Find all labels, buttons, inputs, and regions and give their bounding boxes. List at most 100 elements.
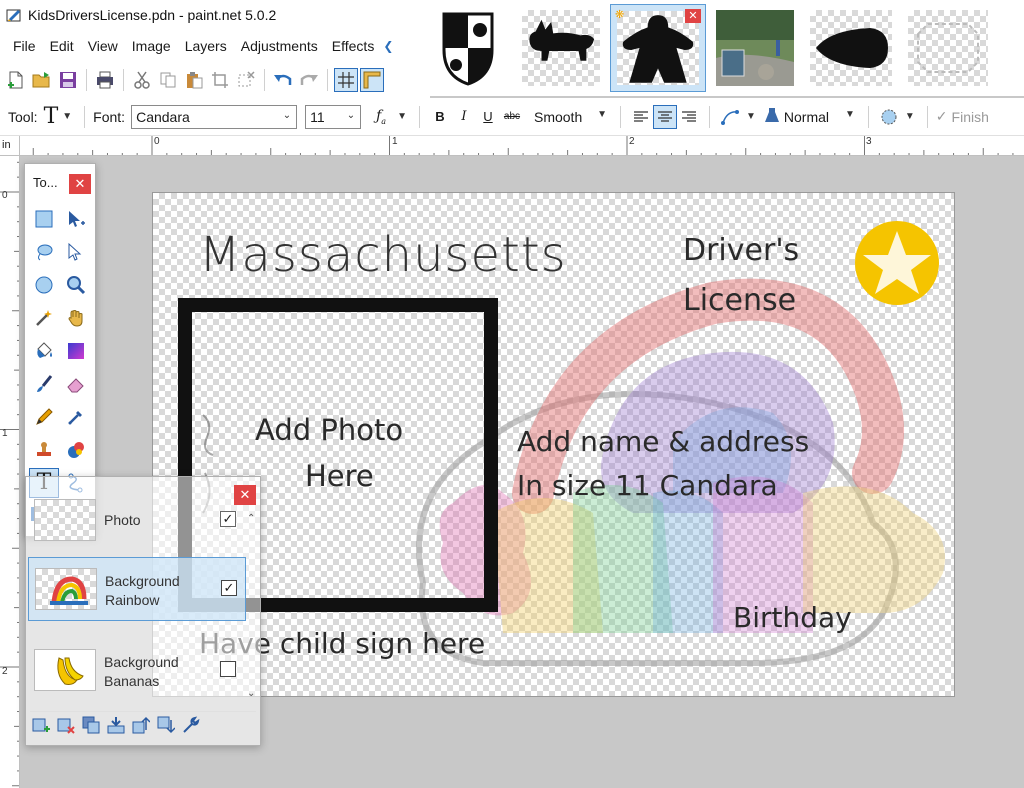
image-canvas[interactable]: Massachusetts Driver's License Add Photo… <box>152 192 955 697</box>
italic-button[interactable]: I <box>452 105 476 129</box>
copy-button[interactable] <box>156 68 180 92</box>
pixel-grid-toggle[interactable] <box>334 68 358 92</box>
rendering-dropdown-arrow-icon[interactable]: ▼ <box>397 111 407 122</box>
tool-clone-stamp[interactable] <box>29 435 59 465</box>
layer-properties-icon[interactable] <box>182 716 200 737</box>
tools-window-close-button[interactable]: ✕ <box>69 174 91 194</box>
image-tab-dotted-shape[interactable] <box>902 4 994 92</box>
layer-thumbnail <box>34 499 96 541</box>
menu-effects[interactable]: Effects <box>325 30 382 62</box>
merge-layer-down-icon[interactable] <box>107 716 125 737</box>
move-layer-down-icon[interactable] <box>157 716 176 737</box>
delete-layer-icon[interactable] <box>57 716 75 737</box>
menu-image[interactable]: Image <box>125 30 178 62</box>
modified-indicator-icon: ❋ <box>615 9 625 21</box>
color-picker-eyedropper-icon <box>68 411 82 425</box>
layer-visibility-checkbox[interactable] <box>220 661 236 677</box>
font-size-select[interactable]: 11 ⌄ <box>305 104 362 129</box>
zoom-magnifier-icon <box>67 276 86 295</box>
layer-row-photo[interactable]: Photo ✓ <box>28 489 246 553</box>
align-center-button[interactable] <box>652 104 677 129</box>
rendering-mode-button[interactable]: ƒa <box>369 105 393 129</box>
image-tab-crest[interactable] <box>434 4 502 92</box>
strikethrough-button[interactable]: abc <box>500 105 524 129</box>
curve-dropdown-arrow-icon[interactable]: ▼ <box>746 111 756 122</box>
layer-row-background-rainbow[interactable]: Background Rainbow ✓ <box>28 557 246 621</box>
menu-edit[interactable]: Edit <box>43 30 81 62</box>
tool-pan[interactable] <box>61 303 91 333</box>
layer-visibility-checkbox[interactable]: ✓ <box>221 580 237 596</box>
printer-icon <box>97 71 113 89</box>
tool-rectangle-select[interactable] <box>29 204 59 234</box>
crop-to-selection-button[interactable] <box>208 68 232 92</box>
clip-mode-icon <box>881 109 897 124</box>
scroll-down-icon[interactable]: ⌄ <box>247 688 255 699</box>
tool-move-selected[interactable] <box>61 204 91 234</box>
selection-clipping-button[interactable] <box>877 105 901 129</box>
rulers-toggle[interactable] <box>360 68 384 92</box>
tool-pencil[interactable] <box>29 402 59 432</box>
tool-magic-wand[interactable] <box>29 303 59 333</box>
scroll-up-icon[interactable]: ⌃ <box>247 513 255 524</box>
text-tool-icon[interactable]: T <box>44 105 59 128</box>
image-tab-boat[interactable] <box>804 4 898 92</box>
menu-adjustments[interactable]: Adjustments <box>234 30 325 62</box>
align-left-button[interactable] <box>629 105 653 129</box>
window-title: KidsDriversLicense.pdn - paint.net 5.0.2 <box>28 7 277 23</box>
clip-dropdown-arrow-icon[interactable]: ▼ <box>905 111 915 122</box>
redo-button[interactable] <box>297 68 321 92</box>
tool-gradient[interactable] <box>61 336 91 366</box>
tool-color-picker[interactable] <box>61 402 91 432</box>
menu-layers[interactable]: Layers <box>178 30 234 62</box>
blend-mode-icon <box>764 107 780 126</box>
image-tab-meeple[interactable]: ❋ ✕ <box>610 4 706 92</box>
finish-button[interactable]: ✓ Finish <box>936 108 989 125</box>
tool-lasso-select[interactable] <box>29 237 59 267</box>
layers-scrollbar[interactable]: ⌃ ⌄ <box>246 513 258 699</box>
image-tab-corgi[interactable] <box>516 4 606 92</box>
antialias-curve-button[interactable] <box>718 105 742 129</box>
blend-mode-select[interactable]: Normal ▼ <box>779 104 860 129</box>
duplicate-layer-icon[interactable] <box>82 716 100 737</box>
align-right-button[interactable] <box>677 105 701 129</box>
layer-name: Photo <box>104 512 141 528</box>
layer-row-background-bananas[interactable]: Background Bananas <box>28 639 246 703</box>
tool-dropdown-arrow-icon[interactable]: ▼ <box>62 111 72 122</box>
menu-file[interactable]: File <box>6 30 43 62</box>
menu-view[interactable]: View <box>81 30 125 62</box>
tool-eraser[interactable] <box>61 369 91 399</box>
open-button[interactable] <box>30 68 54 92</box>
tool-recolor[interactable] <box>61 435 91 465</box>
tool-ellipse-select[interactable] <box>29 270 59 300</box>
tool-paintbrush[interactable] <box>29 369 59 399</box>
tool-paint-bucket[interactable] <box>29 336 59 366</box>
font-label: Font: <box>93 108 126 125</box>
image-tab-close-button[interactable]: ✕ <box>685 9 701 23</box>
paint-bucket-icon <box>37 342 52 358</box>
underline-button[interactable]: U <box>476 105 500 129</box>
font-family-select[interactable]: Candara ⌄ <box>131 104 298 129</box>
bold-button[interactable]: B <box>428 105 452 129</box>
undo-button[interactable] <box>271 68 295 92</box>
license-label-text: License <box>683 283 797 318</box>
save-button[interactable] <box>56 68 80 92</box>
ruler-h-label: 2 <box>629 136 635 147</box>
deselect-button[interactable] <box>234 68 258 92</box>
paste-button[interactable] <box>182 68 206 92</box>
print-button[interactable] <box>93 68 117 92</box>
cut-button[interactable] <box>130 68 154 92</box>
paintnet-app-icon <box>6 9 21 22</box>
add-layer-icon[interactable] <box>32 716 50 737</box>
new-image-button[interactable] <box>4 68 28 92</box>
align-left-icon <box>633 110 648 122</box>
tool-move-selection[interactable] <box>61 237 91 267</box>
image-tabs-scroll-left-icon[interactable]: ❮ <box>383 39 393 53</box>
move-layer-up-icon[interactable] <box>132 716 151 737</box>
photo-here-text: Here <box>305 459 374 493</box>
image-tab-photo[interactable] <box>710 4 800 92</box>
tool-zoom[interactable] <box>61 270 91 300</box>
layer-visibility-checkbox[interactable]: ✓ <box>220 511 236 527</box>
ruler-v-label: 2 <box>2 666 8 677</box>
dropdown-arrow-icon: ▼ <box>597 108 607 120</box>
antialiasing-select[interactable]: Smooth ▼ <box>529 104 612 129</box>
